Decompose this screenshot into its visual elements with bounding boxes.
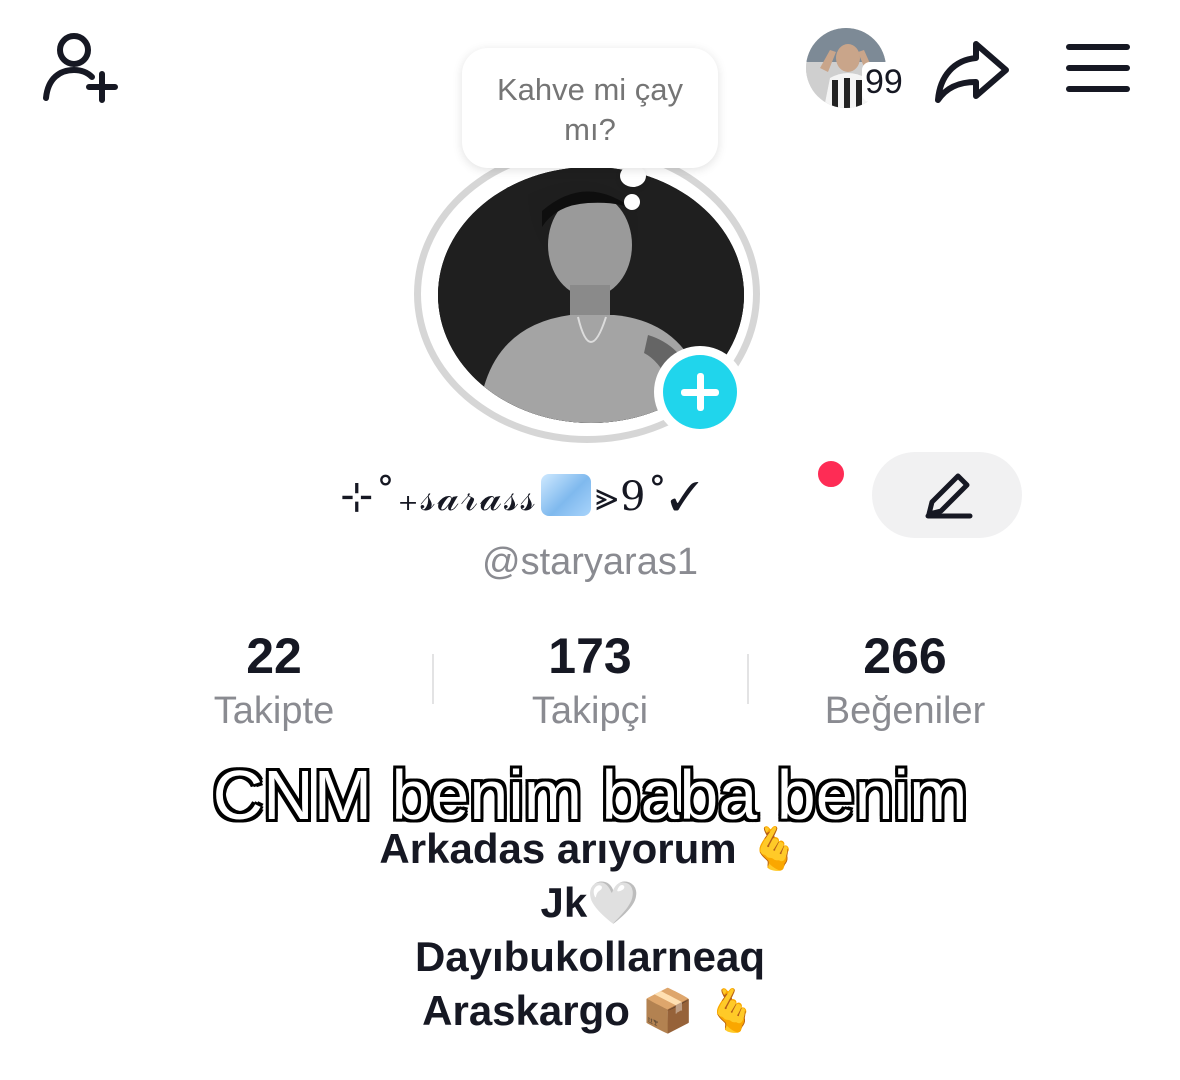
profile-viewers-count: 99 bbox=[862, 62, 906, 102]
bio-line: Jk🤍 bbox=[0, 876, 1180, 930]
likes-label: Beğeniler bbox=[824, 690, 986, 732]
following-count: 22 bbox=[246, 628, 302, 684]
note-bubble-tail bbox=[620, 165, 646, 187]
pencil-icon bbox=[925, 473, 973, 519]
hamburger-menu-icon bbox=[1066, 44, 1130, 92]
video-caption-overlay: CNM benim baba benim bbox=[212, 756, 968, 834]
stat-divider bbox=[747, 654, 749, 704]
share-button[interactable] bbox=[932, 36, 1012, 106]
likes-stat[interactable]: 266 Beğeniler bbox=[755, 626, 1055, 736]
followers-stat[interactable]: 173 Takipçi bbox=[440, 626, 740, 736]
display-name-suffix: ⪢9˚✓ bbox=[595, 474, 702, 520]
followers-label: Takipçi bbox=[531, 690, 649, 732]
following-label: Takipte bbox=[213, 690, 335, 732]
following-stat[interactable]: 22 Takipte bbox=[124, 626, 424, 736]
plus-icon bbox=[663, 355, 737, 429]
username: @staryaras1 bbox=[482, 541, 698, 583]
bio-text: Dayıbukollarneaq bbox=[414, 933, 766, 980]
person-plus-icon bbox=[43, 33, 118, 103]
bio-text: Jk bbox=[540, 879, 588, 926]
bio-text: Araskargo bbox=[422, 987, 630, 1034]
package-emoji: 📦 bbox=[641, 986, 694, 1035]
profile-note-text: Kahve mi çay mı? bbox=[496, 72, 684, 147]
profile-note-bubble[interactable]: Kahve mi çay mı? bbox=[462, 48, 718, 168]
share-arrow-icon bbox=[935, 41, 1009, 103]
note-bubble-tail-dot bbox=[624, 194, 640, 210]
bio: Arkadas arıyorum 🫰 Jk🤍 Dayıbukollarneaq … bbox=[0, 822, 1180, 1038]
display-name: ⊹˚₊𝓈𝒶𝓇𝒶𝓈𝓈 ⪢9˚✓ bbox=[340, 462, 820, 532]
add-story-button[interactable] bbox=[654, 346, 746, 438]
notification-dot bbox=[815, 458, 847, 490]
followers-count: 173 bbox=[548, 628, 632, 684]
edit-profile-button[interactable] bbox=[872, 452, 1022, 538]
stat-divider bbox=[432, 654, 434, 704]
likes-count: 266 bbox=[863, 628, 947, 684]
finger-heart-emoji: 🫰 bbox=[705, 986, 758, 1035]
menu-button[interactable] bbox=[1064, 40, 1132, 96]
add-friend-button[interactable] bbox=[40, 30, 122, 106]
ice-cube-emoji bbox=[541, 474, 592, 516]
bio-line: Dayıbukollarneaq bbox=[0, 930, 1180, 984]
display-name-prefix: ⊹˚₊𝓈𝒶𝓇𝒶𝓈𝓈 bbox=[340, 474, 538, 520]
white-heart-emoji: 🤍 bbox=[587, 878, 640, 927]
bio-line: Araskargo 📦 🫰 bbox=[0, 984, 1180, 1038]
